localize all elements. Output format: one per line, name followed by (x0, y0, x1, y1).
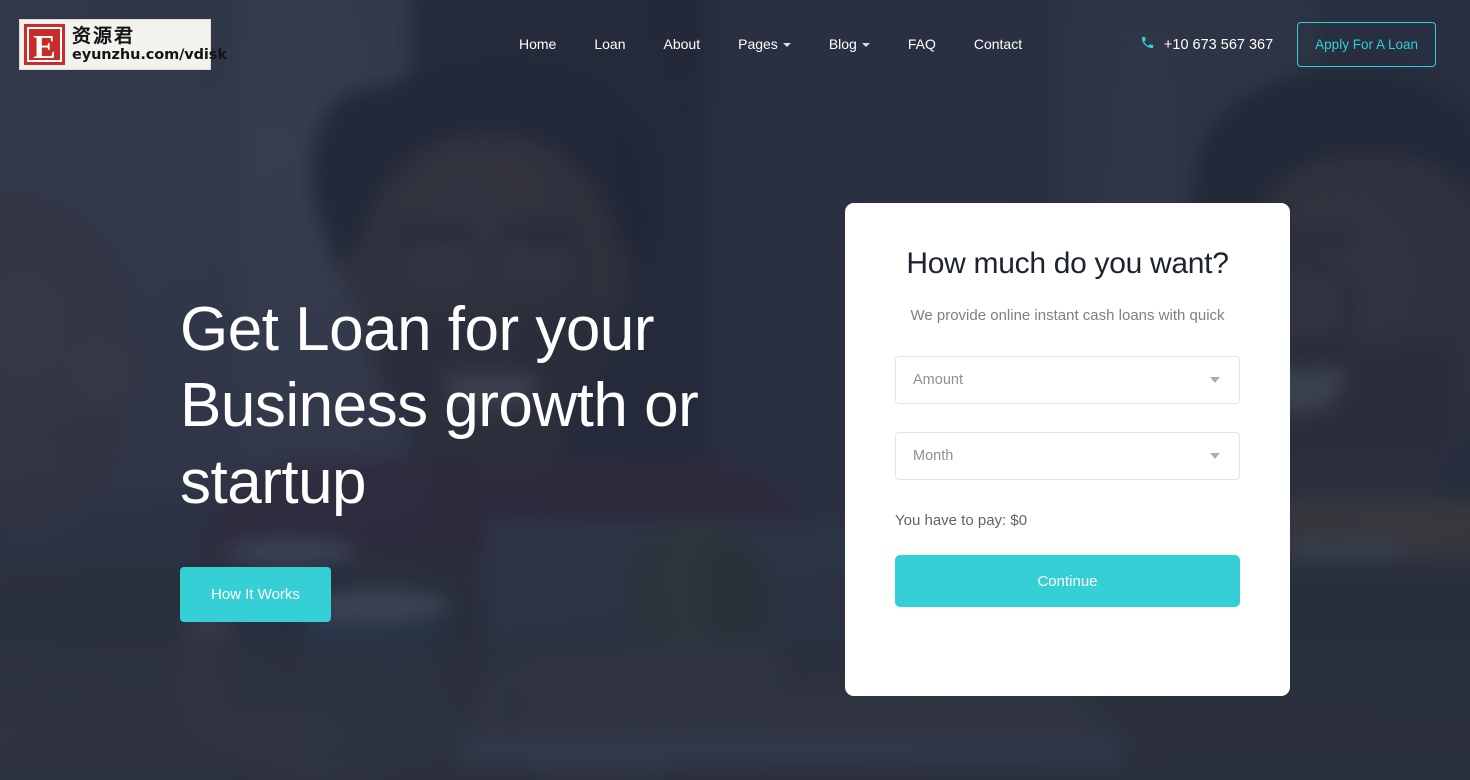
nav-label-home: Home (519, 36, 557, 52)
month-select[interactable]: Month (895, 432, 1240, 480)
loan-calculator-card: How much do you want? We provide online … (845, 203, 1290, 696)
header-right-group: +10 673 567 367 Apply For A Loan (1140, 22, 1436, 67)
logo-url-text: eyunzhu.com/vdisk (72, 46, 227, 63)
continue-button[interactable]: Continue (895, 555, 1240, 607)
logo-text-block: 资源君 eyunzhu.com/vdisk (72, 24, 227, 63)
card-subtitle: We provide online instant cash loans wit… (910, 307, 1225, 324)
nav-item-faq[interactable]: FAQ (889, 30, 955, 58)
chevron-down-icon (861, 43, 870, 47)
site-header: E 资源君 eyunzhu.com/vdisk Home Loan About … (0, 0, 1470, 90)
card-title: How much do you want? (906, 247, 1229, 280)
nav-label-pages: Pages (738, 36, 778, 52)
amount-select[interactable]: Amount (895, 356, 1240, 404)
nav-label-about: About (663, 36, 701, 52)
apply-for-loan-button[interactable]: Apply For A Loan (1297, 22, 1436, 67)
nav-item-home[interactable]: Home (500, 30, 575, 58)
phone-icon (1140, 35, 1155, 54)
how-it-works-button[interactable]: How It Works (180, 566, 331, 622)
logo-e-mark: E (24, 24, 65, 66)
watermark-logo[interactable]: E 资源君 eyunzhu.com/vdisk (19, 19, 227, 70)
logo-chinese-text: 资源君 (72, 24, 136, 47)
nav-item-blog[interactable]: Blog (810, 30, 889, 58)
nav-item-pages[interactable]: Pages (719, 30, 810, 58)
amount-select-label: Amount (913, 372, 963, 388)
nav-label-contact: Contact (973, 36, 1023, 52)
chevron-down-icon (1210, 377, 1220, 383)
nav-label-blog: Blog (828, 36, 857, 52)
payment-summary-text: You have to pay: $0 (895, 512, 1028, 529)
hero-title: Get Loan for your Business growth or sta… (180, 295, 699, 517)
hero-section: E 资源君 eyunzhu.com/vdisk Home Loan About … (0, 0, 1470, 780)
month-select-label: Month (913, 448, 954, 464)
nav-item-about[interactable]: About (645, 30, 720, 58)
chevron-down-icon (1210, 453, 1220, 459)
chevron-down-icon (782, 43, 791, 47)
header-phone[interactable]: +10 673 567 367 (1140, 35, 1273, 54)
main-navigation: Home Loan About Pages Blog FAQ Contact (500, 30, 1041, 58)
nav-item-loan[interactable]: Loan (575, 30, 644, 58)
nav-label-faq: FAQ (907, 36, 936, 52)
phone-number: +10 673 567 367 (1163, 36, 1274, 53)
hero-text-block: Get Loan for your Business growth or sta… (180, 292, 740, 622)
nav-label-loan: Loan (594, 36, 626, 52)
nav-item-contact[interactable]: Contact (955, 30, 1041, 58)
